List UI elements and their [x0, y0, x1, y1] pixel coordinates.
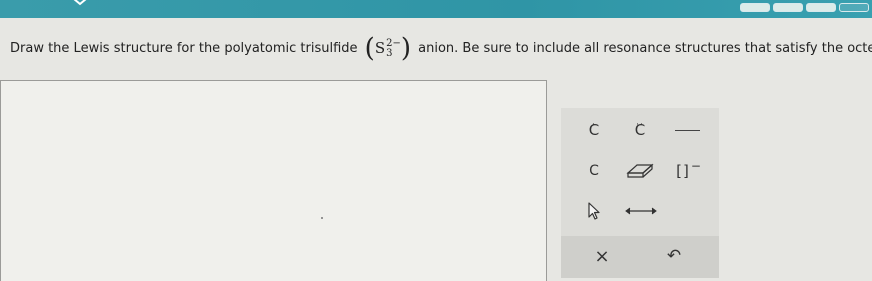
header-bar	[0, 0, 872, 18]
question-prefix: Draw the Lewis structure for the polyato…	[10, 40, 358, 56]
atom-label: · C	[589, 120, 599, 138]
clear-button[interactable]: ×	[589, 243, 615, 269]
lone-pair-dots: ··	[636, 119, 644, 130]
bracket-charge: −	[690, 159, 702, 173]
atom-single-dot-tool[interactable]: · C	[581, 117, 607, 143]
pointer-icon	[588, 202, 600, 220]
atom-lone-pair-tool[interactable]: ·· C	[627, 117, 653, 143]
question-text: Draw the Lewis structure for the polyato…	[10, 28, 872, 69]
bracket-charge-tool[interactable]: []−	[672, 158, 706, 184]
double-arrow-icon	[625, 207, 657, 215]
resonance-arrow-tool[interactable]	[624, 198, 658, 224]
question-suffix: anion. Be sure to include all resonance …	[418, 40, 872, 56]
ion-superscript-subscript: 2− 3	[386, 38, 401, 59]
ion-formula: (S2− 3)	[365, 28, 411, 69]
close-icon: ×	[594, 245, 610, 267]
atom-tool[interactable]: C	[581, 158, 607, 184]
chevron-down-icon[interactable]	[72, 0, 88, 6]
select-tool[interactable]	[581, 198, 607, 224]
progress-segment	[839, 3, 869, 12]
bond-line-icon	[674, 129, 700, 131]
ion-symbol: S	[374, 39, 386, 57]
bracket-text: []	[676, 162, 690, 180]
paren-close: )	[400, 33, 411, 64]
tool-palette: · C ·· C C []− × ↶	[561, 108, 719, 278]
ion-subscript: 3	[386, 47, 393, 59]
action-bar	[561, 236, 719, 278]
paren-open: (	[364, 33, 375, 64]
single-bond-tool[interactable]	[672, 117, 702, 143]
bracket-label: []−	[676, 159, 702, 180]
atom-label: ·· C	[635, 120, 645, 138]
progress-segment	[806, 3, 836, 12]
lone-electron: ·	[592, 119, 596, 130]
progress-segment	[773, 3, 803, 12]
drawing-canvas[interactable]	[0, 80, 547, 281]
eraser-icon	[626, 163, 654, 178]
undo-button[interactable]: ↶	[661, 243, 687, 269]
atom-symbol: C	[589, 163, 599, 179]
undo-icon: ↶	[666, 246, 682, 266]
progress-segment	[740, 3, 770, 12]
progress-indicator	[740, 3, 872, 12]
eraser-tool[interactable]	[623, 158, 657, 184]
canvas-marker	[321, 217, 323, 219]
